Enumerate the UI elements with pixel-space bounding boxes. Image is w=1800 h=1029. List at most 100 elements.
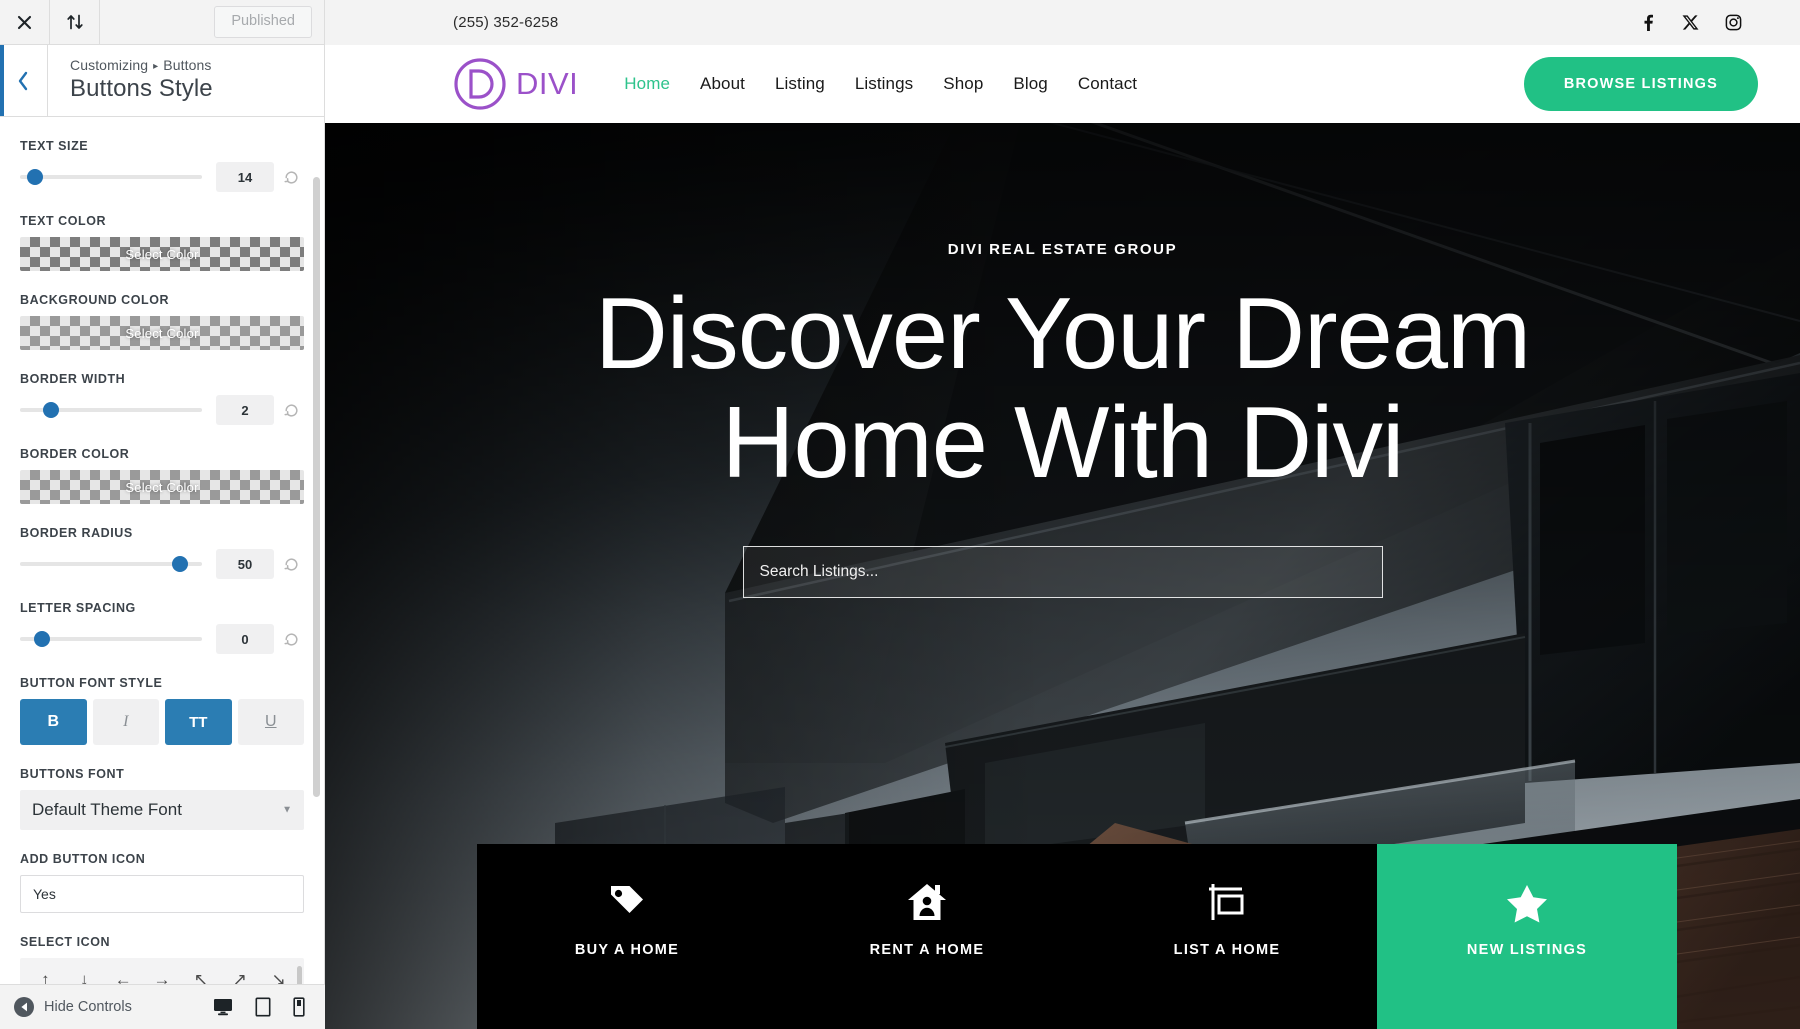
control-label: TEXT COLOR	[20, 214, 107, 228]
underline-toggle[interactable]: U	[237, 699, 304, 745]
hide-controls-label: Hide Controls	[44, 999, 132, 1015]
background-color-picker[interactable]: Select Color	[20, 316, 304, 350]
letter-spacing-value[interactable]: 0	[216, 624, 274, 654]
slider-row: 50	[20, 549, 304, 579]
breadcrumb-separator: ▸	[153, 61, 159, 72]
desktop-preview-icon[interactable]	[213, 998, 233, 1016]
feature-label: RENT A HOME	[869, 942, 985, 958]
control-border-radius: BORDER RADIUS 50	[20, 526, 304, 579]
nav-item-blog[interactable]: Blog	[1013, 74, 1047, 94]
control-label: TEXT SIZE	[20, 139, 89, 153]
control-buttons-font: BUTTONS FONT Default Theme Font ▼	[20, 767, 304, 830]
nav-item-home[interactable]: Home	[624, 74, 670, 94]
nav-item-contact[interactable]: Contact	[1078, 74, 1137, 94]
slider-handle[interactable]	[42, 402, 59, 418]
feature-label: BUY A HOME	[574, 942, 680, 958]
collapse-icon	[14, 997, 34, 1017]
site-logo[interactable]: DIVI	[453, 57, 578, 111]
control-letter-spacing: LETTER SPACING 0	[20, 601, 304, 654]
reset-icon[interactable]	[278, 403, 304, 418]
slider-row: 2	[20, 395, 304, 425]
text-color-picker[interactable]: Select Color	[20, 237, 304, 271]
close-icon[interactable]	[0, 0, 50, 44]
browse-listings-button[interactable]: BROWSE LISTINGS	[1523, 57, 1758, 111]
control-label: BUTTONS FONT	[20, 767, 125, 781]
border-radius-slider[interactable]	[20, 556, 202, 572]
publish-button[interactable]: Published	[214, 6, 312, 38]
for-sale-sign-icon	[1204, 876, 1250, 928]
control-label: ADD BUTTON ICON	[20, 852, 146, 866]
feature-list-a-home[interactable]: LIST A HOME	[1077, 844, 1377, 1029]
nav-item-listing[interactable]: Listing	[775, 74, 825, 94]
hero-title: Discover Your Dream Home With Divi	[595, 279, 1531, 500]
control-label: BORDER COLOR	[20, 447, 130, 461]
device-preview-buttons	[213, 997, 311, 1017]
customizer-bottombar: Hide Controls	[0, 984, 325, 1029]
search-input[interactable]: Search Listings...	[742, 546, 1383, 599]
control-text-color: TEXT COLOR Select Color	[20, 214, 304, 271]
reset-icon[interactable]	[278, 170, 304, 185]
sidebar-scrollbar[interactable]	[313, 177, 320, 797]
instagram-icon[interactable]	[1725, 14, 1742, 31]
breadcrumb: Customizing ▸ Buttons	[70, 57, 213, 73]
hide-controls-button[interactable]: Hide Controls	[14, 997, 132, 1017]
slider-handle[interactable]	[33, 631, 50, 647]
phone-number[interactable]: (255) 352-6258	[453, 14, 558, 31]
customizer-controls-panel: TEXT SIZE 14 TEXT COLOR Select Color BAC…	[0, 117, 324, 1029]
border-color-picker[interactable]: Select Color	[20, 470, 304, 504]
text-size-value[interactable]: 14	[216, 162, 274, 192]
search-placeholder: Search Listings...	[759, 563, 879, 581]
border-width-value[interactable]: 2	[216, 395, 274, 425]
control-border-width: BORDER WIDTH 2	[20, 372, 304, 425]
control-label: BORDER RADIUS	[20, 526, 133, 540]
nav-links: Home About Listing Listings Shop Blog Co…	[624, 74, 1137, 94]
customizer-topbar: Published	[0, 0, 324, 45]
divi-logo-icon	[454, 58, 506, 110]
control-label: BUTTON FONT STYLE	[20, 676, 163, 690]
nav-item-about[interactable]: About	[700, 74, 745, 94]
breadcrumb-current: Buttons	[163, 57, 212, 73]
text-size-slider[interactable]	[20, 169, 202, 185]
reset-icon[interactable]	[278, 632, 304, 647]
border-radius-value[interactable]: 50	[216, 549, 274, 579]
customizer-sidebar: Published Customizing ▸ Buttons Buttons St…	[0, 0, 325, 1029]
mobile-preview-icon[interactable]	[293, 997, 305, 1017]
back-button[interactable]	[0, 45, 48, 116]
letter-spacing-slider[interactable]	[20, 631, 202, 647]
site-navigation: DIVI Home About Listing Listings Shop Bl…	[325, 45, 1800, 123]
feature-bar: BUY A HOME RENT A HOME LIST A HOME NEW L…	[477, 844, 1677, 1029]
buttons-font-value: Default Theme Font	[32, 800, 182, 819]
facebook-icon[interactable]	[1639, 14, 1656, 31]
hero-title-line2: Home With Divi	[721, 387, 1405, 500]
hero-content: DIVI REAL ESTATE GROUP Discover Your Dre…	[325, 123, 1800, 599]
feature-label: NEW LISTINGS	[1466, 942, 1588, 958]
control-label: LETTER SPACING	[20, 601, 136, 615]
slider-handle[interactable]	[26, 169, 43, 185]
buttons-font-select[interactable]: Default Theme Font ▼	[20, 790, 304, 830]
control-add-button-icon: ADD BUTTON ICON Yes	[20, 852, 304, 913]
border-width-slider[interactable]	[20, 402, 202, 418]
italic-toggle[interactable]: I	[92, 699, 159, 745]
tablet-preview-icon[interactable]	[255, 997, 271, 1017]
feature-rent-a-home[interactable]: RENT A HOME	[777, 844, 1077, 1029]
house-person-icon	[904, 876, 950, 928]
nav-item-listings[interactable]: Listings	[855, 74, 913, 94]
changeset-arrows-icon[interactable]	[50, 0, 100, 44]
x-twitter-icon[interactable]	[1682, 14, 1699, 31]
panel-titles: Customizing ▸ Buttons Buttons Style	[48, 45, 213, 116]
site-preview: (255) 352-6258 DIVI Home About Listing L…	[325, 0, 1800, 1029]
feature-new-listings[interactable]: NEW LISTINGS	[1377, 844, 1677, 1029]
slider-handle[interactable]	[172, 556, 189, 572]
nav-item-shop[interactable]: Shop	[943, 74, 983, 94]
feature-label: LIST A HOME	[1173, 942, 1281, 958]
price-tag-icon	[604, 876, 650, 928]
bold-toggle[interactable]: B	[20, 699, 87, 745]
uppercase-toggle[interactable]: TT	[165, 699, 232, 745]
reset-icon[interactable]	[278, 557, 304, 572]
customizer-panel-header: Customizing ▸ Buttons Buttons Style	[0, 45, 324, 117]
add-button-icon-value: Yes	[33, 886, 56, 902]
hero-eyebrow: DIVI REAL ESTATE GROUP	[947, 241, 1178, 258]
feature-buy-a-home[interactable]: BUY A HOME	[477, 844, 777, 1029]
add-button-icon-field[interactable]: Yes	[20, 875, 304, 913]
breadcrumb-root[interactable]: Customizing	[70, 57, 148, 73]
